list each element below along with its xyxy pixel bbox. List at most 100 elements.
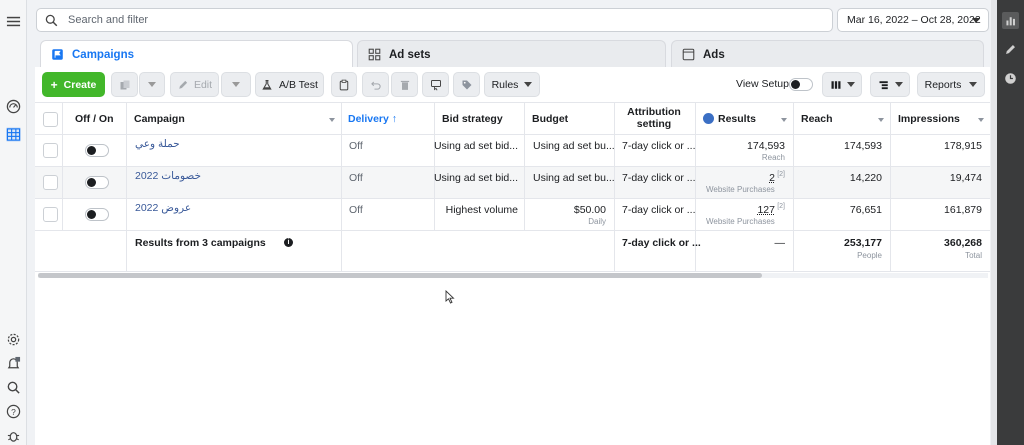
column-header-results[interactable]: Results xyxy=(696,103,794,134)
column-header-delivery[interactable]: Delivery ↑ xyxy=(342,103,435,134)
copy-icon xyxy=(120,80,129,89)
row-checkbox[interactable] xyxy=(43,143,58,158)
create-button[interactable]: + Create xyxy=(42,72,105,97)
tab-ad-sets[interactable]: Ad sets xyxy=(357,40,666,68)
right-tools-rail xyxy=(997,0,1024,445)
left-navigation-rail: ? xyxy=(0,0,27,445)
search-input[interactable] xyxy=(68,14,768,26)
ab-test-button[interactable]: A/B Test xyxy=(255,72,324,97)
search-icon[interactable] xyxy=(6,380,21,395)
column-label: Reach xyxy=(801,113,833,125)
impressions-value: 19,474 xyxy=(949,172,982,184)
campaign-name-link[interactable]: حملة وعي xyxy=(135,138,180,150)
info-icon[interactable]: i xyxy=(284,238,293,247)
tab-label: Ads xyxy=(703,48,725,61)
column-header-budget[interactable]: Budget xyxy=(525,103,615,134)
edit-dropdown-button[interactable] xyxy=(221,72,251,97)
campaign-name-cell: عروض 2022 xyxy=(127,199,342,230)
bid-strategy-value: Highest volume xyxy=(445,204,518,216)
bar-chart-icon[interactable] xyxy=(1002,12,1019,29)
table-row[interactable]: عروض 2022 Off Highest volume $50.00 Dail… xyxy=(35,199,990,231)
reports-dropdown-button[interactable]: Reports xyxy=(917,72,985,97)
bid-strategy-cell: Using ad set bid... xyxy=(434,167,525,198)
tab-ads[interactable]: Ads xyxy=(671,40,984,68)
pencil-icon[interactable] xyxy=(1002,41,1019,58)
row-toggle-cell xyxy=(63,135,127,166)
reach-value: 174,593 xyxy=(844,140,882,152)
search-and-filter-box[interactable] xyxy=(36,8,833,32)
help-icon[interactable]: ? xyxy=(6,404,21,419)
delivery-cell: Off xyxy=(342,199,435,230)
date-range-picker[interactable]: Mar 16, 2022 – Oct 28, 2022 xyxy=(837,8,989,32)
delete-button[interactable] xyxy=(391,72,418,97)
summary-reach-unit: People xyxy=(857,251,882,260)
campaign-on-off-toggle[interactable] xyxy=(85,208,109,221)
column-header-attribution[interactable]: Attribution setting xyxy=(615,103,696,134)
delete-draft-button[interactable] xyxy=(331,72,357,97)
row-checkbox[interactable] xyxy=(43,207,58,222)
breakdown-button[interactable] xyxy=(870,72,910,97)
column-header-off-on[interactable]: Off / On xyxy=(63,103,127,134)
table-row[interactable]: حملة وعي Off Using ad set bid... Using a… xyxy=(35,135,990,167)
menu-icon[interactable] xyxy=(6,14,21,29)
reach-cell: 76,651 xyxy=(794,199,891,230)
select-all-checkbox[interactable] xyxy=(43,112,58,127)
campaign-name-link[interactable]: عروض 2022 xyxy=(135,202,191,214)
tag-button[interactable] xyxy=(453,72,480,97)
pencil-icon xyxy=(179,80,188,89)
results-value[interactable]: 2 xyxy=(769,172,775,184)
bug-report-icon[interactable] xyxy=(6,428,21,443)
flask-icon xyxy=(262,79,272,90)
settings-gear-icon[interactable] xyxy=(6,332,21,347)
delivery-cell: Off xyxy=(342,135,435,166)
window-icon xyxy=(682,48,695,61)
reach-cell: 14,220 xyxy=(794,167,891,198)
row-checkbox[interactable] xyxy=(43,175,58,190)
svg-text:?: ? xyxy=(11,407,16,417)
campaign-name-link[interactable]: خصومات 2022 xyxy=(135,170,201,182)
duplicate-dropdown-button[interactable] xyxy=(139,72,165,97)
rules-label: Rules xyxy=(491,78,519,91)
column-header-bid-strategy[interactable]: Bid strategy xyxy=(435,103,525,134)
impressions-cell: 161,879 xyxy=(891,199,990,230)
tab-label: Campaigns xyxy=(72,48,134,61)
delivery-status: Off xyxy=(349,204,363,216)
edit-button[interactable]: Edit xyxy=(170,72,219,97)
scrollbar-thumb[interactable] xyxy=(38,273,762,278)
table-summary-row: Results from 3 campaigns i 7-day click o… xyxy=(35,231,990,272)
dashboard-gauge-icon[interactable] xyxy=(6,99,21,114)
notifications-bell-icon[interactable] xyxy=(6,356,21,371)
summary-impressions-cell: 360,268 Total xyxy=(891,231,990,271)
impressions-value: 178,915 xyxy=(944,140,982,152)
horizontal-scrollbar[interactable] xyxy=(38,273,988,278)
summary-label: Results from 3 campaigns xyxy=(135,237,266,249)
column-header-reach[interactable]: Reach xyxy=(794,103,891,134)
column-label: Budget xyxy=(532,113,569,125)
sort-menu-icon xyxy=(781,118,787,122)
campaign-on-off-toggle[interactable] xyxy=(85,144,109,157)
columns-button[interactable] xyxy=(822,72,862,97)
breakdown-icon xyxy=(879,80,888,89)
columns-icon xyxy=(831,80,840,89)
rules-dropdown-button[interactable]: Rules xyxy=(484,72,540,97)
column-header-impressions[interactable]: Impressions xyxy=(891,103,990,134)
column-header-campaign[interactable]: Campaign xyxy=(127,103,342,134)
impressions-cell: 19,474 xyxy=(891,167,990,198)
bid-strategy-value: Using ad set bid... xyxy=(433,140,518,152)
select-all-cell xyxy=(35,103,63,134)
undo-button[interactable] xyxy=(362,72,389,97)
duplicate-button[interactable] xyxy=(111,72,138,97)
budget-period: Daily xyxy=(588,217,606,226)
results-value[interactable]: 127 xyxy=(757,204,775,216)
budget-cell: Using ad set bu... xyxy=(525,135,615,166)
column-label: Bid strategy xyxy=(442,113,503,125)
ads-manager-table-icon[interactable] xyxy=(6,127,21,142)
table-row[interactable]: خصومات 2022 Off Using ad set bid... Usin… xyxy=(35,167,990,199)
clock-icon[interactable] xyxy=(1002,70,1019,87)
preview-button[interactable] xyxy=(422,72,449,97)
tab-campaigns[interactable]: Campaigns xyxy=(40,40,353,68)
sort-menu-icon xyxy=(878,118,884,122)
campaign-on-off-toggle[interactable] xyxy=(85,176,109,189)
view-setup-toggle[interactable] xyxy=(789,78,813,91)
results-cell: 127 [2] Website Purchases xyxy=(696,199,794,230)
